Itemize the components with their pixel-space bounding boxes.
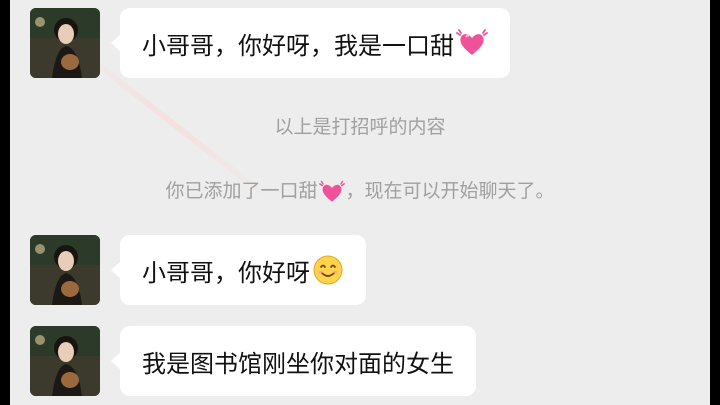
message-text: 我是图书馆刚坐你对面的女生 bbox=[142, 349, 454, 378]
sparkling-heart-icon bbox=[456, 27, 488, 59]
system-note-added-suffix: ，现在可以开始聊天了。 bbox=[345, 180, 555, 202]
system-note-added-prefix: 你已添加了一口甜 bbox=[165, 180, 318, 202]
message-row: 小哥哥，你好呀，我是一口甜 bbox=[30, 8, 510, 78]
message-row: 我是图书馆刚坐你对面的女生 bbox=[30, 326, 476, 396]
system-note-greeting: 以上是打招呼的内容 bbox=[274, 116, 446, 138]
message-bubble[interactable]: 小哥哥，你好呀 bbox=[111, 235, 366, 305]
avatar[interactable] bbox=[30, 326, 100, 396]
message-text: 小哥哥，你好呀 bbox=[142, 258, 310, 287]
chat-window: 小哥哥，你好呀，我是一口甜 以上是打招呼的内容 你已添加了一口甜 ，现在可以开始… bbox=[10, 0, 710, 405]
smiling-face-icon bbox=[312, 254, 344, 286]
message-bubble[interactable]: 我是图书馆刚坐你对面的女生 bbox=[111, 326, 476, 396]
sparkling-heart-icon bbox=[318, 179, 345, 205]
system-note-added: 你已添加了一口甜 ，现在可以开始聊天了。 bbox=[10, 176, 710, 205]
message-row: 小哥哥，你好呀 bbox=[30, 235, 366, 305]
message-bubble[interactable]: 小哥哥，你好呀，我是一口甜 bbox=[111, 8, 510, 78]
avatar[interactable] bbox=[30, 235, 100, 305]
message-text: 小哥哥，你好呀，我是一口甜 bbox=[142, 31, 454, 60]
avatar[interactable] bbox=[30, 8, 100, 78]
